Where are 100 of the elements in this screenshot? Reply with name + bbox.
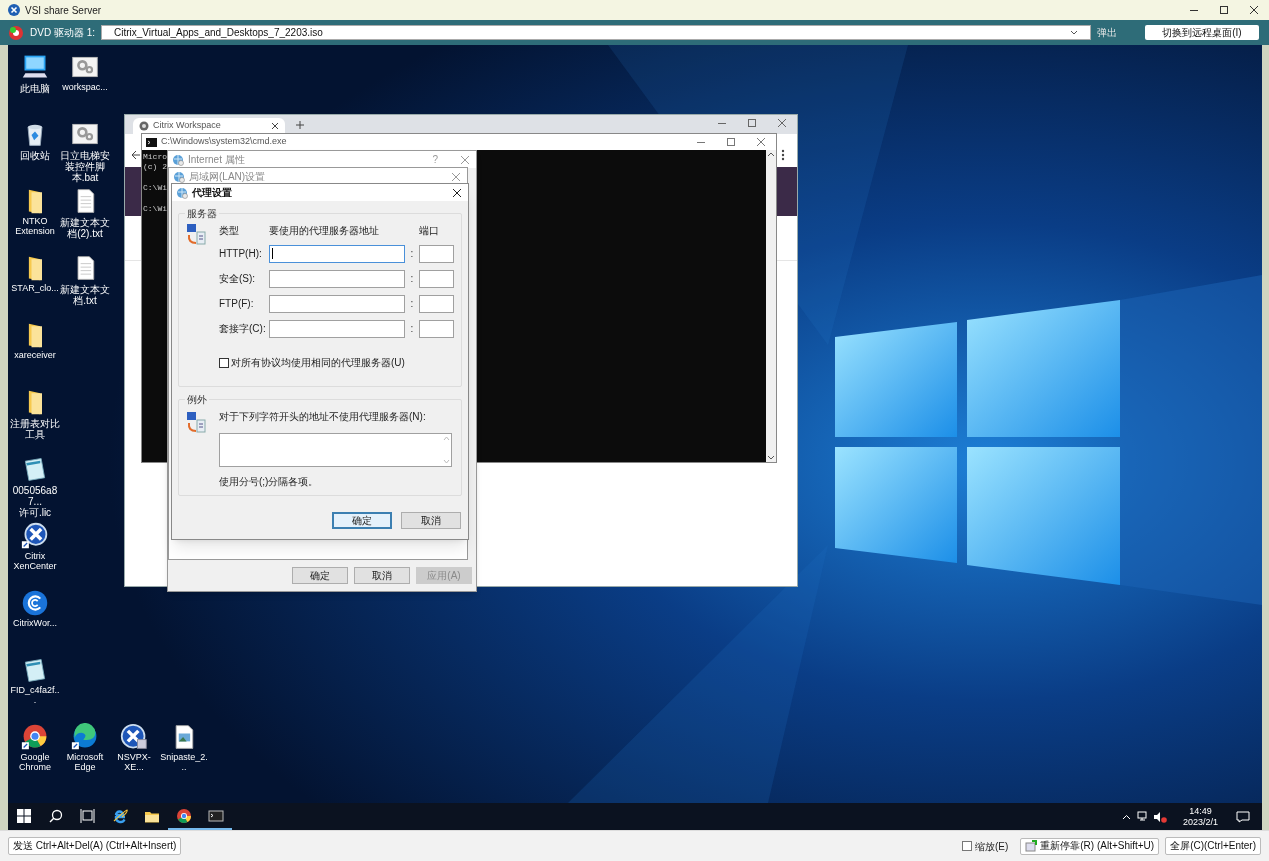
dialog-button[interactable]: 取消 [401, 512, 461, 529]
send-keys-button[interactable]: 发送 Ctrl+Alt+Del(A) (Ctrl+Alt+Insert) [8, 837, 182, 855]
desktop-icon[interactable]: xareceiver [10, 321, 60, 361]
field-label: 套接字(C): [219, 322, 267, 336]
scroll-down-icon[interactable] [767, 455, 775, 461]
column-header: 类型 [219, 224, 240, 238]
task-view-icon [80, 807, 96, 824]
group-label: 例外 [186, 393, 208, 407]
column-header: 要使用的代理服务器地址 [269, 224, 380, 238]
wave-logo-icon [71, 723, 99, 751]
console-line: C:\Wi [143, 183, 167, 193]
desktop-icon[interactable]: CitrixWor... [10, 589, 60, 629]
fullscreen-button[interactable]: 全屏(C)(Ctrl+Enter) [1165, 837, 1261, 855]
x-logo-icon [21, 522, 49, 550]
desktop-icon[interactable]: 注册表对比工具 [10, 388, 60, 440]
search-icon [48, 807, 64, 824]
checkbox[interactable] [961, 841, 972, 851]
dock-icon [1025, 840, 1038, 852]
switch-button[interactable]: 切换到远程桌面(I) [1145, 25, 1259, 40]
dialog-title: Internet 属性 [188, 153, 245, 167]
port-field[interactable] [419, 269, 454, 288]
more-menu-icon[interactable] [781, 149, 785, 161]
desktop-icon[interactable]: 此电脑 [10, 53, 60, 94]
network-icon[interactable] [1136, 811, 1149, 822]
console-line: (c) 2 [143, 162, 167, 172]
desktop-icon[interactable]: NSVPX-XE... [109, 723, 159, 773]
field-label: HTTP(H): [219, 247, 263, 261]
desktop-icon[interactable]: STAR_clo... [10, 254, 60, 294]
console-line: C:\Wi [143, 204, 167, 214]
maximize-icon[interactable] [1219, 5, 1229, 15]
separator-text: : [409, 297, 415, 311]
console-line: Micro [143, 152, 167, 162]
desktop-icon[interactable]: 新建文本文档.txt [60, 254, 110, 306]
clock-date: 2023/2/1 [1182, 816, 1218, 828]
desktop-icon[interactable]: NTKO Extension [10, 187, 60, 237]
disc-icon [8, 24, 24, 41]
port-field[interactable] [419, 294, 454, 313]
window-title: C:\Windows\system32\cmd.exe [161, 135, 287, 149]
desktop-icon[interactable]: Citrix XenCenter [10, 522, 60, 572]
checkbox-label: 对所有协议均使用相同的代理服务器(U) [231, 356, 405, 370]
port-field[interactable] [419, 244, 454, 263]
clock-time: 14:49 [1189, 805, 1212, 817]
browser-icon [176, 807, 192, 824]
desktop-icon[interactable]: 005056a87... 许可.lic [10, 455, 60, 518]
address-field[interactable] [269, 269, 405, 288]
desktop-icon[interactable]: 日立电梯安装控件脚本.bat [60, 120, 110, 183]
x-logo-icon [120, 723, 148, 751]
chevron-up-icon[interactable] [1121, 813, 1131, 820]
dialog-button[interactable]: 确定 [292, 567, 348, 584]
e-logo-icon [112, 807, 128, 824]
tab-favicon-icon [139, 121, 149, 131]
network-server-icon [185, 411, 207, 435]
address-field[interactable] [269, 244, 405, 263]
desktop-icon[interactable]: FID_c4fa2f... [10, 656, 60, 706]
checkbox[interactable] [219, 357, 229, 368]
speaker-muted-icon[interactable] [1152, 810, 1167, 823]
window-title: VSI share Server [25, 3, 102, 18]
eject-link[interactable]: 弹出 [1097, 25, 1117, 40]
separator-text: : [409, 322, 415, 336]
desktop-icon[interactable]: Google Chrome [10, 723, 60, 773]
close-icon[interactable] [1249, 5, 1259, 15]
notification-icon[interactable] [1236, 810, 1250, 823]
redock-button[interactable]: 重新停靠(R) (Alt+Shift+U) [1020, 837, 1160, 855]
browser-tab[interactable]: Citrix Workspace [133, 118, 285, 134]
separator-text: : [409, 272, 415, 286]
terminal-icon [208, 807, 224, 824]
dialog-title: 代理设置 [192, 186, 232, 200]
dialog-title: 局域网(LAN)设置 [189, 170, 266, 184]
terminal-icon [146, 137, 157, 147]
windows-icon [16, 807, 32, 824]
desktop-icon[interactable]: Microsoft Edge [60, 723, 110, 773]
desktop-icon[interactable]: 回收站 [10, 120, 60, 161]
app-icon [8, 4, 20, 16]
new-tab-icon[interactable] [295, 120, 305, 130]
address-field[interactable] [269, 294, 405, 313]
back-arrow-icon[interactable] [131, 150, 141, 160]
drive-label: DVD 驱动器 1: [30, 26, 95, 40]
desktop-icon[interactable]: 新建文本文档(2).txt [60, 187, 110, 239]
close-icon[interactable] [452, 187, 462, 198]
drive-select[interactable]: Citrix_Virtual_Apps_and_Desktops_7_2203.iso [101, 25, 1091, 40]
dropdown-icon [1070, 29, 1078, 36]
desktop-icon[interactable]: workspac... [60, 53, 110, 93]
port-field[interactable] [419, 319, 454, 338]
group-label: 服务器 [186, 207, 218, 221]
network-server-icon [185, 223, 207, 247]
dialog-button[interactable]: 取消 [354, 567, 410, 584]
dialog-button[interactable]: 确定 [332, 512, 392, 529]
desktop-icon[interactable]: Snipaste_2... [159, 723, 209, 773]
address-field[interactable] [269, 319, 405, 338]
globe-icon [176, 186, 188, 199]
hint-text: 使用分号(;)分隔各项。 [219, 475, 320, 489]
checkbox-label: 缩放(E) [974, 839, 1009, 854]
computer-icon [21, 53, 49, 81]
field-label: FTP(F): [219, 297, 255, 311]
browser-icon [21, 723, 49, 751]
field-label: 安全(S): [219, 272, 257, 286]
exceptions-text: 对于下列字符开头的地址不使用代理服务器(N): [219, 410, 427, 424]
scroll-up-icon[interactable] [767, 151, 775, 157]
swirl-logo-icon [21, 589, 49, 617]
close-icon[interactable] [271, 122, 279, 130]
